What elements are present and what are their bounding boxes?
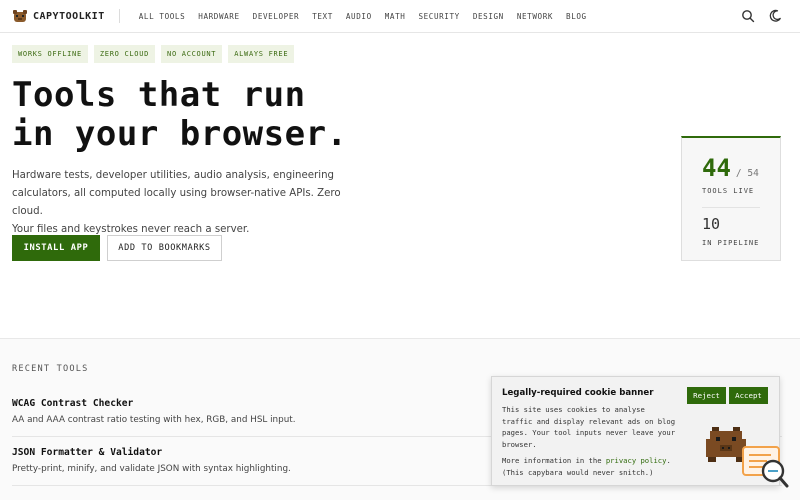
hero-title: Tools that run in your browser.: [12, 76, 348, 154]
recent-tools-heading: RECENT TOOLS: [12, 364, 89, 374]
hero-description: Hardware tests, developer utilities, aud…: [12, 167, 352, 239]
header-actions: [728, 9, 782, 23]
cookie-text-line-1: This site uses cookies to analyse: [502, 405, 645, 414]
main-nav: ALL TOOLS HARDWARE DEVELOPER TEXT AUDIO …: [126, 12, 587, 21]
tools-total: / 54: [735, 168, 759, 179]
badge-always-free: ALWAYS FREE: [228, 45, 295, 63]
brand-logo[interactable]: CAPYTOOLKIT: [12, 9, 105, 23]
tools-live-stat: 44 / 54: [702, 154, 759, 182]
nav-text[interactable]: TEXT: [312, 12, 333, 21]
brand-name: CAPYTOOLKIT: [33, 10, 105, 22]
cookie-more-suffix: .: [666, 456, 671, 465]
add-to-bookmarks-button[interactable]: ADD TO BOOKMARKS: [107, 235, 222, 261]
hero-desc-line-2: calculators, all computed locally using …: [12, 188, 341, 217]
pipeline-count: 10: [702, 215, 721, 233]
cookie-text-line-3: pages. Your tool inputs never leave your: [502, 428, 676, 438]
nav-developer[interactable]: DEVELOPER: [253, 12, 300, 21]
nav-hardware[interactable]: HARDWARE: [198, 12, 239, 21]
nav-math[interactable]: MATH: [385, 12, 406, 21]
hero-desc-line-3: Your files and keystrokes never reach a …: [12, 224, 250, 235]
header-divider: [118, 9, 120, 23]
nav-design[interactable]: DESIGN: [473, 12, 504, 21]
cookie-text-line-2: traffic and display relevant ads on blog: [502, 416, 676, 426]
badge-no-account: NO ACCOUNT: [161, 45, 223, 63]
capybara-logo-icon: [13, 10, 27, 22]
hero-desc-line-1: Hardware tests, developer utilities, aud…: [12, 170, 334, 181]
cookie-reject-button[interactable]: Reject: [687, 387, 726, 404]
nav-blog[interactable]: BLOG: [566, 12, 587, 21]
site-header: CAPYTOOLKIT ALL TOOLS HARDWARE DEVELOPER…: [0, 0, 800, 33]
privacy-policy-link[interactable]: privacy policy: [606, 456, 667, 465]
install-app-button[interactable]: INSTALL APP: [12, 235, 100, 261]
hero-title-line-1: Tools that run: [12, 75, 306, 115]
nav-network[interactable]: NETWORK: [517, 12, 553, 21]
cookie-more-prefix: More information in the: [502, 456, 602, 465]
pipeline-label: IN PIPELINE: [702, 239, 760, 247]
feedback-search-icon[interactable]: [741, 444, 791, 490]
search-icon[interactable]: [741, 9, 755, 23]
cookie-snitch-note: (This capybara would never snitch.): [502, 467, 654, 477]
cookie-banner-title: Legally-required cookie banner: [502, 388, 654, 398]
nav-audio[interactable]: AUDIO: [346, 12, 372, 21]
cookie-banner-text: This site uses cookies to analyse traffi…: [502, 404, 692, 450]
hero-title-line-2: in your browser.: [12, 114, 348, 154]
nav-all-tools[interactable]: ALL TOOLS: [139, 12, 186, 21]
badge-works-offline: WORKS OFFLINE: [12, 45, 88, 63]
cookie-accept-button[interactable]: Accept: [729, 387, 768, 404]
nav-security[interactable]: SECURITY: [418, 12, 459, 21]
cookie-banner: Legally-required cookie banner Reject Ac…: [491, 376, 780, 486]
moon-icon[interactable]: [768, 9, 782, 23]
tools-live-count: 44: [702, 154, 731, 182]
badge-zero-cloud: ZERO CLOUD: [93, 45, 156, 63]
stats-card: 44 / 54 TOOLS LIVE 10 IN PIPELINE: [681, 136, 781, 261]
tools-live-label: TOOLS LIVE: [702, 187, 755, 195]
cookie-text-line-4: browser.: [502, 439, 537, 449]
feature-badges: WORKS OFFLINE ZERO CLOUD NO ACCOUNT ALWA…: [12, 45, 300, 63]
cookie-more-info: More information in the privacy policy. …: [502, 455, 692, 478]
stats-divider: [702, 207, 760, 208]
